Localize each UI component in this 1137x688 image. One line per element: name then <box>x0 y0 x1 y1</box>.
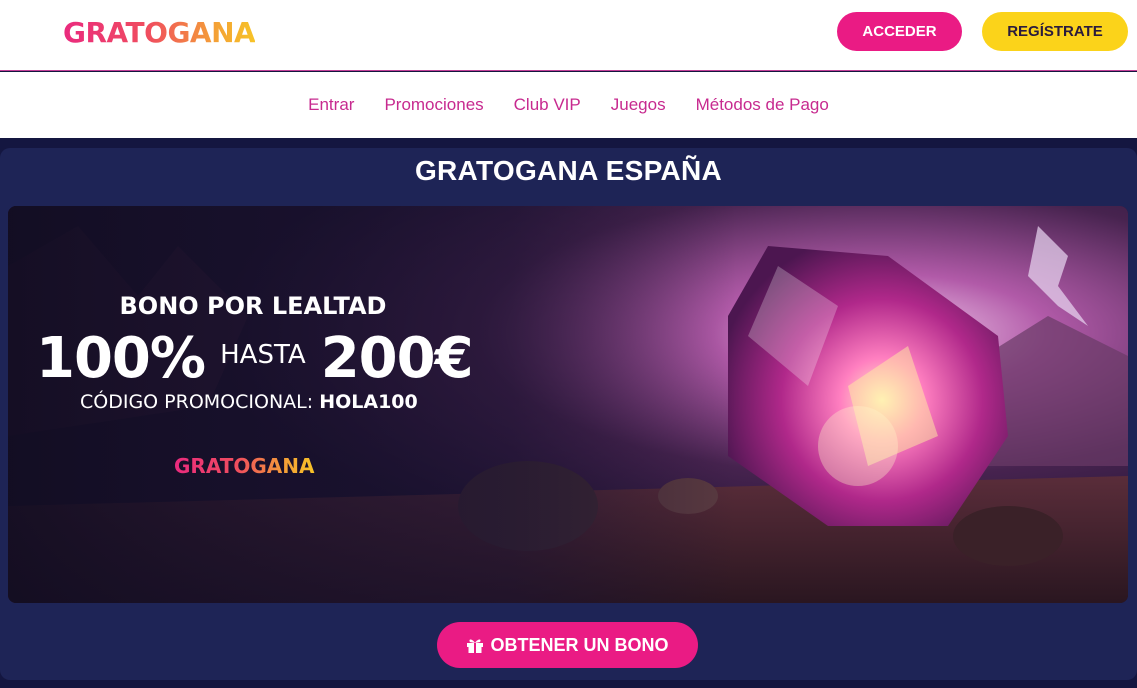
nav-item-club-vip[interactable]: Club VIP <box>514 95 581 115</box>
banner-percent: 100% <box>36 326 206 391</box>
nav-item-promociones[interactable]: Promociones <box>384 95 483 115</box>
main-nav: Entrar Promociones Club VIP Juegos Métod… <box>0 72 1137 138</box>
banner-label: BONO POR LEALTAD <box>119 292 387 320</box>
page-title: GRATOGANA ESPAÑA <box>414 155 723 186</box>
site-header: GRATOGANA ACCEDER REGÍSTRATE <box>0 0 1137 71</box>
banner-offer: 100% HASTA 200€ <box>36 326 474 391</box>
register-button[interactable]: REGÍSTRATE <box>982 12 1128 51</box>
banner-text: BONO POR LEALTAD 100% HASTA 200€ CÓDIGO … <box>8 206 1128 603</box>
nav-item-entrar[interactable]: Entrar <box>308 95 354 115</box>
promo-banner[interactable]: BONO POR LEALTAD 100% HASTA 200€ CÓDIGO … <box>8 206 1128 603</box>
banner-promo-code: CÓDIGO PROMOCIONAL: HOLA100 <box>80 391 418 413</box>
promo-code-value: HOLA100 <box>319 391 418 413</box>
site-logo[interactable]: GRATOGANA <box>63 16 256 50</box>
banner-brand-logo: GRATOGANA <box>174 454 315 478</box>
login-button[interactable]: ACCEDER <box>837 12 962 51</box>
gift-icon <box>467 639 484 653</box>
banner-amount: 200€ <box>320 326 474 391</box>
nav-item-juegos[interactable]: Juegos <box>611 95 666 115</box>
promo-code-label: CÓDIGO PROMOCIONAL: <box>80 391 314 413</box>
nav-item-metodos-de-pago[interactable]: Métodos de Pago <box>696 95 829 115</box>
get-bonus-label: OBTENER UN BONO <box>490 634 669 655</box>
banner-connector: HASTA <box>220 340 306 370</box>
get-bonus-button[interactable]: OBTENER UN BONO <box>437 622 698 668</box>
